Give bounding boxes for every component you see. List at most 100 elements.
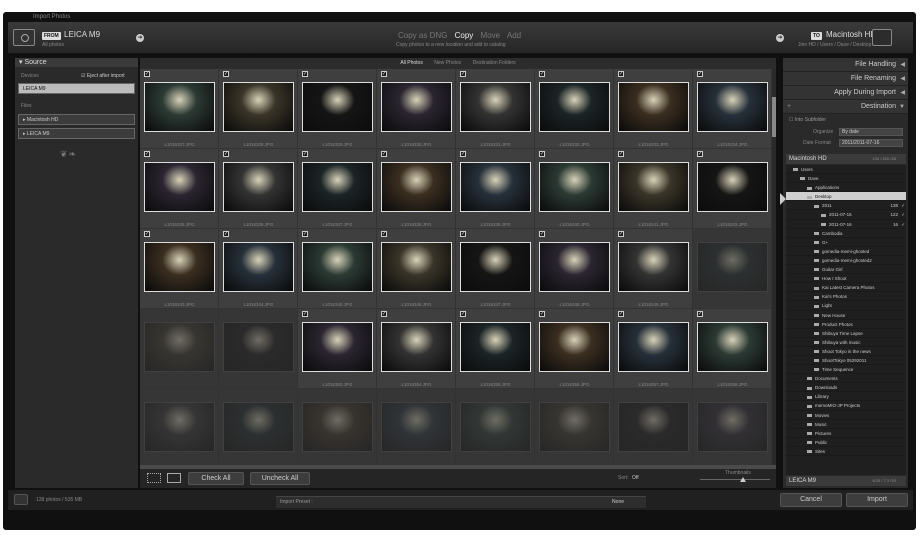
section-file-renaming[interactable]: File Renaming ◀ bbox=[783, 72, 908, 86]
photo-checkbox[interactable]: ✓ bbox=[381, 71, 387, 77]
photo-checkbox[interactable]: ✓ bbox=[618, 151, 624, 157]
photo-checkbox[interactable]: ✓ bbox=[302, 231, 308, 237]
mode-copy-dng[interactable]: Copy as DNG bbox=[398, 31, 447, 40]
section-file-handling[interactable]: File Handling ◀ bbox=[783, 58, 908, 72]
photo-cell[interactable]: ✓ L1016328.JPG bbox=[219, 69, 298, 149]
photo-checkbox[interactable]: ✓ bbox=[381, 151, 387, 157]
folder-row[interactable]: Product Photos bbox=[786, 320, 906, 329]
cancel-button[interactable]: Cancel bbox=[780, 493, 842, 507]
photo-checkbox[interactable]: ✓ bbox=[302, 71, 308, 77]
folder-row[interactable]: Movies bbox=[786, 411, 906, 420]
check-all-button[interactable]: Check All bbox=[188, 472, 244, 485]
folder-row[interactable]: Dave bbox=[786, 174, 906, 184]
photo-cell[interactable]: ✓ L1016353.JPG bbox=[298, 309, 377, 389]
folder-row[interactable]: Users bbox=[786, 165, 906, 175]
folder-row[interactable]: Applications bbox=[786, 183, 906, 193]
camera-icon[interactable] bbox=[13, 29, 35, 46]
tab-all-photos[interactable]: All Photos bbox=[400, 60, 423, 66]
folder-row[interactable]: ShootTokyo 05292011 bbox=[786, 356, 906, 366]
photo-checkbox[interactable]: ✓ bbox=[618, 311, 624, 317]
photo-checkbox[interactable]: ✓ bbox=[539, 311, 545, 317]
organize-select[interactable]: By date bbox=[839, 128, 903, 136]
photo-checkbox[interactable]: ✓ bbox=[302, 311, 308, 317]
photo-cell[interactable]: ✓ L1016349.JPG bbox=[614, 229, 693, 309]
section-apply-import[interactable]: Apply During Import ◀ bbox=[783, 86, 908, 100]
photo-cell[interactable] bbox=[456, 389, 535, 465]
photo-checkbox[interactable]: ✓ bbox=[539, 151, 545, 157]
photo-cell[interactable]: ✓ L1016336.JPG bbox=[219, 149, 298, 229]
loupe-view-icon[interactable] bbox=[167, 473, 181, 483]
photo-cell[interactable]: ✓ L1016340.JPG bbox=[535, 149, 614, 229]
photo-cell[interactable]: ✓ L1016356.JPG bbox=[535, 309, 614, 389]
photo-cell[interactable]: ✓ L1016344.JPG bbox=[219, 229, 298, 309]
photo-checkbox[interactable]: ✓ bbox=[460, 151, 466, 157]
photo-cell[interactable]: ✓ L1016338.JPG bbox=[377, 149, 456, 229]
photo-cell[interactable]: ✓ L1016334.JPG bbox=[693, 69, 772, 149]
folder-row[interactable]: Desktop bbox=[786, 192, 906, 202]
photo-checkbox[interactable]: ✓ bbox=[697, 151, 703, 157]
thumbnail-size-slider[interactable] bbox=[700, 479, 770, 480]
photo-checkbox[interactable]: ✓ bbox=[460, 231, 466, 237]
tab-new-photos[interactable]: New Photos bbox=[434, 60, 461, 66]
folder-row[interactable]: Pictures bbox=[786, 429, 906, 438]
photo-cell[interactable]: ✓ L1016327.JPG bbox=[140, 69, 219, 149]
date-format-select[interactable]: 2011/2011-07-16 bbox=[839, 139, 903, 147]
photo-checkbox[interactable]: ✓ bbox=[144, 71, 150, 77]
mode-add[interactable]: Add bbox=[507, 31, 521, 40]
folder-row[interactable]: How I Shoot bbox=[786, 274, 906, 284]
folder-row[interactable]: G+ bbox=[786, 238, 906, 247]
photo-checkbox[interactable]: ✓ bbox=[618, 231, 624, 237]
folder-row[interactable]: Public bbox=[786, 438, 906, 447]
slider-handle[interactable] bbox=[740, 477, 746, 482]
photo-cell[interactable] bbox=[693, 229, 772, 309]
photo-cell[interactable]: ✓ L1016357.JPG bbox=[614, 309, 693, 389]
grid-scrollbar[interactable] bbox=[772, 69, 776, 465]
arrow-right-icon[interactable]: ➜ bbox=[776, 34, 784, 42]
section-destination[interactable]: + Destination ▼ bbox=[783, 100, 908, 114]
photo-cell[interactable]: ✓ L1016358.JPG bbox=[693, 309, 772, 389]
from-device[interactable]: LEICA M9 bbox=[64, 30, 100, 39]
photo-cell[interactable]: ✓ L1016354.JPG bbox=[377, 309, 456, 389]
folder-row[interactable]: Shibuya Time Lapse bbox=[786, 329, 906, 338]
photo-cell[interactable] bbox=[693, 389, 772, 465]
photo-cell[interactable]: ✓ L1016330.JPG bbox=[377, 69, 456, 149]
photo-checkbox[interactable]: ✓ bbox=[539, 231, 545, 237]
sort-select[interactable]: Off bbox=[632, 475, 639, 481]
folder-row[interactable]: Downloads bbox=[786, 383, 906, 393]
photo-cell[interactable] bbox=[535, 389, 614, 465]
import-preset-bar[interactable]: Import Preset : None bbox=[276, 496, 646, 508]
photo-checkbox[interactable]: ✓ bbox=[539, 71, 545, 77]
folder-row[interactable]: Kai's Photos bbox=[786, 292, 906, 302]
photo-cell[interactable]: ✓ L1016347.JPG bbox=[456, 229, 535, 309]
volume2-header[interactable]: LEICA M9 4GB / 7.3 GB bbox=[786, 476, 906, 486]
photo-cell[interactable]: ✓ L1016346.JPG bbox=[377, 229, 456, 309]
volume-header[interactable]: Macintosh HD 106 / 465 GB bbox=[786, 154, 906, 164]
folder-row[interactable]: 2011-07-15 122 ✓ bbox=[786, 210, 906, 220]
grid-view-icon[interactable] bbox=[147, 473, 161, 483]
photo-cell[interactable] bbox=[219, 309, 298, 389]
photo-checkbox[interactable]: ✓ bbox=[381, 231, 387, 237]
photo-cell[interactable] bbox=[377, 389, 456, 465]
photo-checkbox[interactable]: ✓ bbox=[381, 311, 387, 317]
folder-row[interactable]: Music bbox=[786, 420, 906, 429]
folder-row[interactable]: memoMIO-JP Projects bbox=[786, 401, 906, 411]
photo-cell[interactable]: ✓ L1016333.JPG bbox=[614, 69, 693, 149]
hard-drive-icon[interactable] bbox=[872, 29, 892, 46]
mode-copy[interactable]: Copy bbox=[455, 31, 474, 40]
collapse-up-icon[interactable] bbox=[14, 494, 28, 505]
photo-checkbox[interactable]: ✓ bbox=[618, 71, 624, 77]
photo-cell[interactable] bbox=[219, 389, 298, 465]
photo-checkbox[interactable]: ✓ bbox=[302, 151, 308, 157]
arrow-right-icon[interactable]: ➜ bbox=[136, 34, 144, 42]
photo-cell[interactable]: ✓ L1016342.JPG bbox=[693, 149, 772, 229]
photo-cell[interactable]: ✓ L1016348.JPG bbox=[535, 229, 614, 309]
photo-cell[interactable]: ✓ L1016355.JPG bbox=[456, 309, 535, 389]
folder-row[interactable]: Library bbox=[786, 392, 906, 402]
photo-cell[interactable]: ✓ L1016345.JPG bbox=[298, 229, 377, 309]
photo-cell[interactable] bbox=[614, 389, 693, 465]
folder-row[interactable]: gomedia-memi-ghosted bbox=[786, 247, 906, 256]
to-device[interactable]: Macintosh HD bbox=[826, 30, 876, 39]
file-source-leica[interactable]: ▸ LEICA M9 bbox=[18, 128, 135, 139]
folder-row[interactable]: gomedia-memi-ghosted2 bbox=[786, 256, 906, 266]
tab-destination-folders[interactable]: Destination Folders bbox=[473, 60, 516, 66]
